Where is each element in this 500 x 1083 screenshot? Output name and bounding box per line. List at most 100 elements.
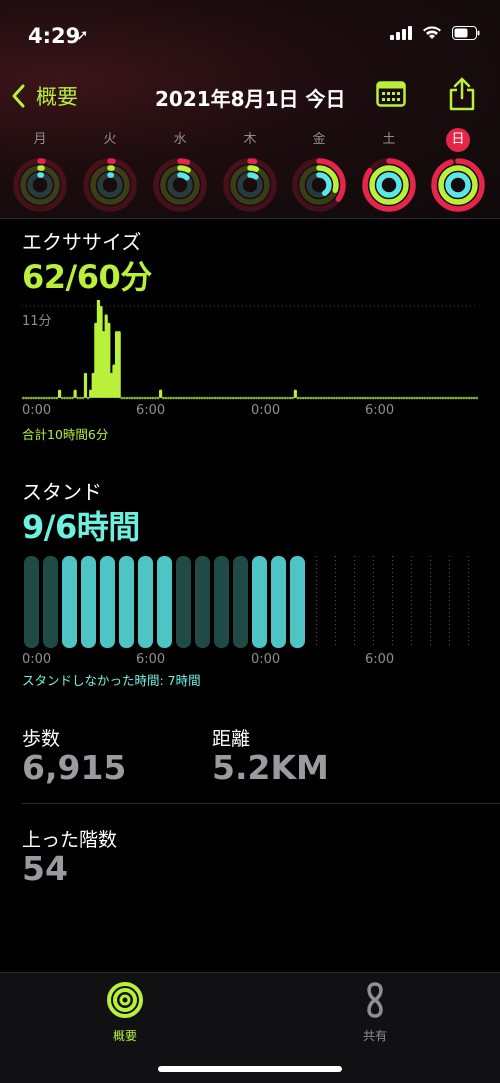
- exercise-axis-2: 0:00: [251, 403, 281, 418]
- minute-dot: [369, 396, 372, 400]
- activity-rings-icon: [13, 158, 67, 212]
- day-1[interactable]: 火: [80, 128, 140, 212]
- minute-dot: [76, 396, 79, 400]
- minute-dot: [330, 396, 333, 400]
- activity-rings-icon: [362, 158, 416, 212]
- minute-dot: [71, 396, 74, 400]
- minute-dot: [312, 396, 315, 400]
- minute-dot: [218, 396, 222, 400]
- stand-axis-1: 6:00: [136, 652, 166, 667]
- stand-hour-bar: [62, 556, 77, 648]
- day-label: 木: [243, 132, 257, 147]
- divider: [0, 218, 500, 219]
- stand-note: スタンドしなかった時間: 7時間: [22, 673, 201, 688]
- day-3[interactable]: 木: [220, 128, 280, 212]
- minute-dot: [418, 396, 422, 400]
- location-arrow-icon: ➚: [76, 26, 89, 44]
- stand-hour-bar: [119, 556, 134, 648]
- minute-dot: [239, 396, 243, 400]
- minute-dot: [79, 396, 82, 400]
- minute-dot: [462, 396, 466, 400]
- minute-dot: [402, 396, 406, 400]
- minute-dot: [63, 396, 67, 400]
- activity-rings-icon: [107, 982, 143, 1018]
- tab-summary-label: 概要: [112, 1029, 137, 1043]
- minute-dot: [195, 396, 199, 400]
- stand-hour-bar: [214, 556, 229, 648]
- minute-dot: [395, 396, 398, 400]
- flights-value: 54: [22, 849, 68, 888]
- minute-dot: [327, 396, 331, 400]
- minute-dot: [470, 396, 473, 400]
- minute-dot: [29, 396, 33, 400]
- minute-dot: [208, 396, 212, 400]
- minute-dot: [45, 396, 48, 400]
- minute-dot: [423, 396, 427, 400]
- share-button[interactable]: [448, 77, 476, 115]
- day-6[interactable]: 日: [428, 128, 488, 212]
- activity-rings-icon: [83, 158, 137, 212]
- minute-dot: [397, 396, 401, 400]
- minute-dot: [319, 396, 323, 400]
- minute-dot: [472, 396, 476, 400]
- minute-dot: [37, 396, 41, 400]
- minute-dot: [136, 396, 139, 400]
- page-title: 2021年8月1日 今日: [155, 87, 346, 111]
- tab-sharing[interactable]: 共有: [335, 981, 415, 1044]
- minute-dot: [325, 396, 328, 400]
- minute-dot: [384, 396, 388, 400]
- minute-dot: [53, 396, 56, 400]
- day-5[interactable]: 土: [359, 128, 419, 212]
- day-0[interactable]: 月: [10, 128, 70, 212]
- stand-hour-bar: [81, 556, 96, 648]
- day-2[interactable]: 水: [150, 128, 210, 212]
- minute-dot: [343, 396, 346, 400]
- calendar-icon: [376, 81, 406, 107]
- minute-dot: [198, 396, 201, 400]
- stand-hour-bar: [176, 556, 191, 648]
- minute-dot: [164, 396, 168, 400]
- minute-dot: [278, 396, 282, 400]
- stand-hour-bar: [100, 556, 115, 648]
- minute-bar: [83, 372, 88, 398]
- minute-dot: [374, 396, 377, 400]
- minute-dot: [356, 396, 359, 400]
- minute-dot: [148, 396, 152, 400]
- day-label: 水: [173, 132, 187, 147]
- minute-dot: [156, 396, 160, 400]
- day-4[interactable]: 金: [289, 128, 349, 212]
- minute-bar: [159, 389, 163, 398]
- minute-dot: [428, 396, 432, 400]
- exercise-label: エクササイズ: [22, 230, 142, 254]
- exercise-chart: [22, 300, 478, 400]
- flights-label: 上った階数: [22, 829, 118, 851]
- minute-dot: [338, 396, 341, 400]
- back-button[interactable]: 概要: [10, 81, 78, 111]
- activity-rings-icon: [292, 158, 346, 212]
- minute-dot: [353, 396, 357, 400]
- minute-dot: [211, 396, 214, 400]
- calendar-button[interactable]: [376, 81, 406, 111]
- minute-dot: [358, 396, 362, 400]
- minute-dot: [216, 396, 219, 400]
- minute-dot: [299, 396, 302, 400]
- minute-dot: [234, 396, 238, 400]
- minute-dot: [123, 396, 126, 400]
- minute-dot: [133, 396, 136, 400]
- minute-dot: [309, 396, 313, 400]
- minute-dot: [242, 396, 245, 400]
- minute-dot: [273, 396, 276, 400]
- stand-axis-3: 6:00: [365, 652, 395, 667]
- minute-dot: [169, 396, 173, 400]
- stand-hour-bar: [252, 556, 267, 648]
- minute-dot: [226, 396, 230, 400]
- minute-dot: [154, 396, 157, 400]
- minute-dot: [50, 396, 54, 400]
- minute-dot: [439, 396, 442, 400]
- minute-dot: [376, 396, 380, 400]
- minute-dot: [185, 396, 188, 400]
- minute-dot: [146, 396, 149, 400]
- minute-dot: [408, 396, 411, 400]
- tab-summary[interactable]: 概要: [85, 981, 165, 1044]
- day-label: 火: [103, 132, 117, 147]
